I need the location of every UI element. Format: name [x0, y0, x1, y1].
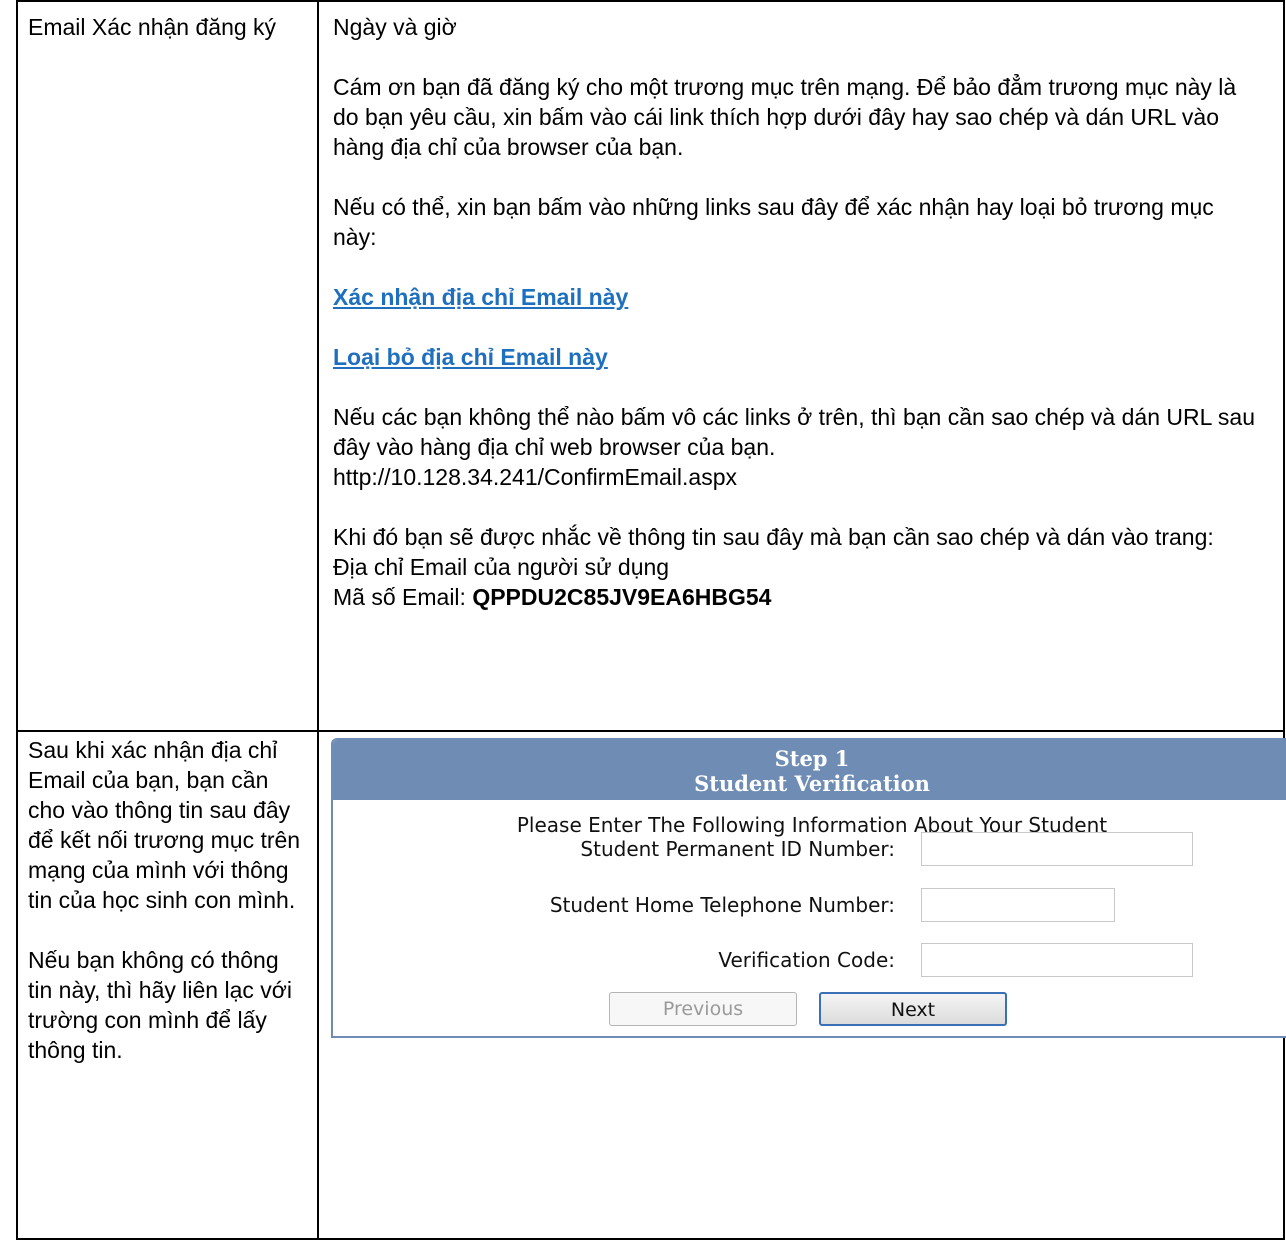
step-label: Step 1 — [774, 746, 850, 771]
confirm-email-link[interactable]: Xác nhận địa chỉ Email này — [333, 282, 628, 312]
previous-button[interactable]: Previous — [609, 992, 797, 1026]
confirmation-email-row: Email Xác nhận đăng ký Ngày và giờ Cám ơ… — [16, 0, 1285, 732]
thanks-paragraph: Cám ơn bạn đã đăng ký cho một trương mục… — [333, 74, 1237, 160]
remove-email-link[interactable]: Loại bỏ địa chỉ Email này — [333, 342, 608, 372]
student-id-row: Student Permanent ID Number: — [333, 832, 1286, 866]
right-cell-verification-panel: Step 1 Student Verification Please Enter… — [317, 730, 1286, 1240]
student-verification-panel: Step 1 Student Verification Please Enter… — [331, 738, 1286, 1038]
after-confirm-instructions: Sau khi xác nhận địa chỉ Email của bạn, … — [28, 737, 301, 913]
email-code-value: QPPDU2C85JV9EA6HBG54 — [472, 584, 772, 610]
student-id-input[interactable] — [921, 832, 1193, 866]
left-cell-instructions: Sau khi xác nhận địa chỉ Email của bạn, … — [16, 730, 319, 1240]
panel-header: Step 1 Student Verification — [333, 740, 1286, 800]
right-cell-email-body: Ngày và giờ Cám ơn bạn đã đăng ký cho mộ… — [317, 0, 1285, 732]
verification-code-label: Verification Code: — [718, 948, 895, 972]
panel-title: Student Verification — [694, 771, 930, 796]
links-intro-paragraph: Nếu có thể, xin bạn bấm vào những links … — [333, 194, 1214, 250]
home-phone-row: Student Home Telephone Number: — [333, 888, 1286, 922]
prompt-info-paragraph: Khi đó bạn sẽ được nhắc về thông tin sau… — [333, 524, 1214, 550]
student-id-label: Student Permanent ID Number: — [580, 837, 895, 861]
date-time-text: Ngày và giờ — [333, 14, 457, 40]
home-phone-label: Student Home Telephone Number: — [549, 893, 895, 917]
home-phone-input[interactable] — [921, 888, 1115, 922]
contact-school-instructions: Nếu bạn không có thông tin này, thì hãy … — [28, 947, 292, 1063]
next-button[interactable]: Next — [819, 992, 1007, 1026]
document-table: Email Xác nhận đăng ký Ngày và giờ Cám ơ… — [16, 0, 1286, 1240]
verification-code-row: Verification Code: — [333, 943, 1286, 977]
confirm-url-text: http://10.128.34.241/ConfirmEmail.aspx — [333, 464, 738, 490]
email-code-line: Mã số Email: QPPDU2C85JV9EA6HBG54 — [333, 582, 1263, 612]
verification-code-input[interactable] — [921, 943, 1193, 977]
student-verification-row: Sau khi xác nhận địa chỉ Email của bạn, … — [16, 730, 1286, 1240]
copy-url-paragraph: Nếu các bạn không thể nào bấm vô các lin… — [333, 404, 1256, 460]
user-email-line: Địa chỉ Email của người sử dụng — [333, 554, 670, 580]
email-confirmation-label: Email Xác nhận đăng ký — [28, 14, 277, 40]
email-code-label: Mã số Email: — [333, 584, 473, 610]
left-cell-email-label: Email Xác nhận đăng ký — [16, 0, 319, 732]
